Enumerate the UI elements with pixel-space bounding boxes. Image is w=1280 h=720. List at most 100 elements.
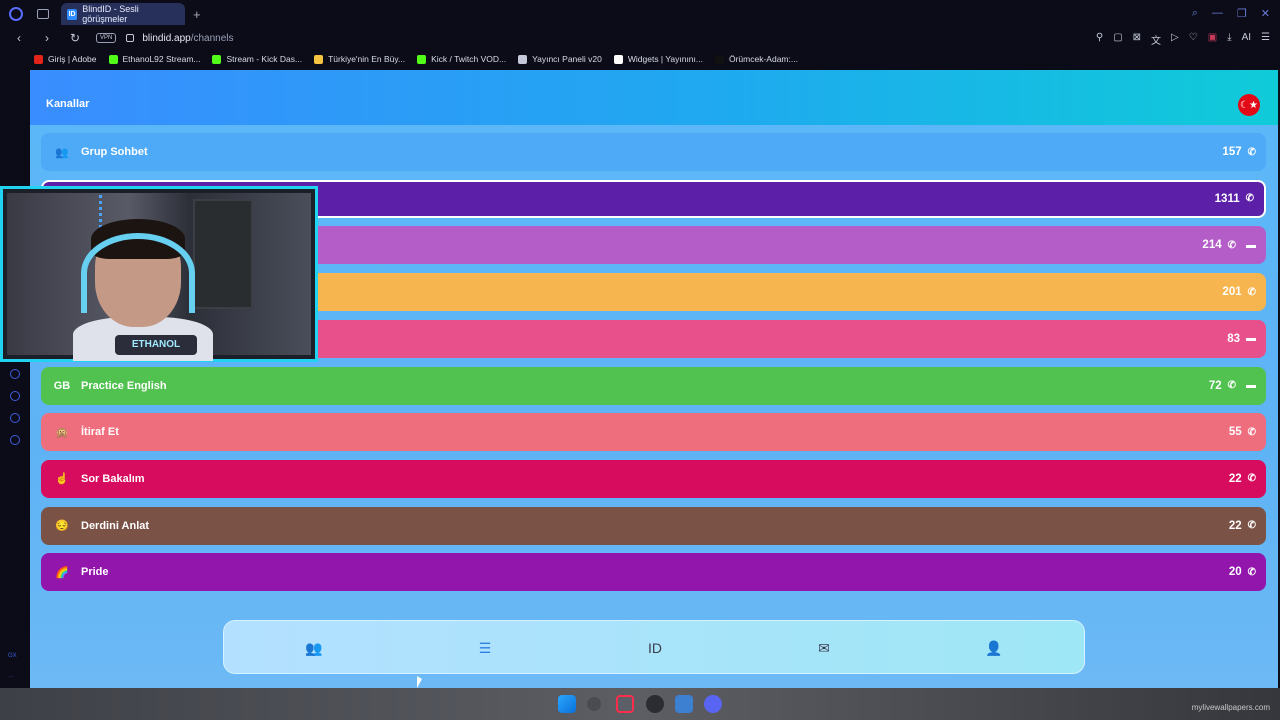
reload-button[interactable]: ↻ bbox=[66, 31, 84, 45]
channels-header: Kanallar ☾★ bbox=[30, 70, 1278, 125]
chat-icon[interactable]: ▬ bbox=[1246, 380, 1256, 391]
bookmark-item[interactable]: Stream - Kick Das... bbox=[212, 54, 302, 64]
channel-row[interactable]: 🙊 İtiraf Et 55 ✆ bbox=[41, 413, 1266, 452]
bookmark-label: Örümcek-Adam:... bbox=[728, 54, 798, 64]
close-window-icon[interactable]: ✕ bbox=[1261, 7, 1270, 20]
windows-start-icon[interactable] bbox=[558, 695, 576, 713]
history-icon[interactable] bbox=[10, 391, 20, 401]
wallpaper-watermark: mylivewallpapers.com bbox=[1191, 703, 1270, 712]
search-taskbar-icon[interactable] bbox=[587, 697, 601, 711]
opera-logo-icon[interactable] bbox=[9, 7, 23, 21]
phone-icon[interactable]: ✆ bbox=[1246, 193, 1254, 204]
channel-row[interactable]: 👥 Grup Sohbet 157 ✆ bbox=[41, 133, 1266, 171]
profile-nav-icon[interactable]: 👤 bbox=[984, 639, 1004, 657]
extensions-icon[interactable] bbox=[10, 413, 20, 423]
lock-icon[interactable] bbox=[126, 34, 135, 42]
chat-icon[interactable]: ▬ bbox=[1246, 333, 1256, 344]
channel-user-count: 22 bbox=[1228, 519, 1242, 532]
tab-islands-icon[interactable] bbox=[37, 9, 49, 19]
groups-nav-icon[interactable]: 👥 bbox=[304, 639, 324, 657]
download-icon[interactable]: ⤓ bbox=[1227, 32, 1231, 47]
phone-icon[interactable]: ✆ bbox=[1248, 567, 1256, 578]
channel-row[interactable]: 🌈 Pride 20 ✆ bbox=[41, 553, 1266, 592]
settings-icon[interactable] bbox=[10, 435, 20, 445]
turkey-flag-icon[interactable]: ☾★ bbox=[1238, 94, 1260, 116]
tab-title: BlindID - Sesli görüşmeler bbox=[82, 4, 139, 24]
gx-corner-icon[interactable]: GX bbox=[8, 653, 17, 659]
bookmark-item[interactable]: EthanoL92 Stream... bbox=[108, 54, 200, 64]
bookmark-item[interactable]: Giriş | Adobe bbox=[34, 54, 97, 64]
phone-icon[interactable]: ✆ bbox=[1248, 147, 1256, 158]
bookmark-label: Giriş | Adobe bbox=[48, 54, 97, 64]
channel-user-count: 72 bbox=[1208, 379, 1222, 392]
discord-taskbar-icon[interactable] bbox=[704, 695, 722, 713]
bookmark-item[interactable]: Yayıncı Paneli v20 bbox=[518, 54, 602, 64]
play-icon[interactable]: ▷ bbox=[1171, 32, 1179, 47]
webcam-window bbox=[193, 199, 253, 309]
bookmark-label: Türkiye'nin En Büy... bbox=[328, 54, 406, 64]
phone-icon[interactable]: ✆ bbox=[1248, 287, 1256, 298]
bookmark-item[interactable]: Türkiye'nin En Büy... bbox=[314, 54, 405, 64]
channel-user-count: 201 bbox=[1222, 286, 1242, 299]
windows-taskbar: mylivewallpapers.com bbox=[0, 688, 1280, 720]
bookmark-item[interactable]: Widgets | Yayınını... bbox=[613, 54, 703, 64]
player-icon[interactable] bbox=[10, 369, 20, 379]
block-icon[interactable]: ⊠ bbox=[1133, 32, 1141, 47]
gb-flag-icon: GB bbox=[53, 379, 71, 392]
minimize-icon[interactable]: — bbox=[1212, 7, 1223, 20]
channel-row[interactable]: ☝ Sor Bakalım 22 ✆ bbox=[41, 459, 1266, 498]
phone-icon[interactable]: ✆ bbox=[1228, 380, 1236, 391]
bookmark-label: Yayıncı Paneli v20 bbox=[532, 54, 602, 64]
url-field[interactable]: blindid.app/channels bbox=[142, 33, 233, 44]
translate-icon[interactable]: 文 bbox=[1151, 32, 1161, 47]
search-tabs-icon[interactable]: ⌕ bbox=[1192, 7, 1198, 20]
channel-user-count: 83 bbox=[1227, 332, 1240, 345]
phone-icon[interactable]: ✆ bbox=[1228, 240, 1236, 251]
bookmark-favicon-icon bbox=[714, 54, 724, 64]
bookmark-item[interactable]: Kick / Twitch VOD... bbox=[417, 54, 506, 64]
new-tab-button[interactable]: + bbox=[193, 7, 201, 22]
blindid-page: Kanallar ☾★ 👥 Grup Sohbet 157 ✆ 1311 ✆ 214 ✆ ▬ 20… bbox=[30, 70, 1278, 688]
bookmark-favicon-icon bbox=[613, 54, 623, 64]
snapshot-icon[interactable]: ▢ bbox=[1113, 32, 1122, 47]
opera-gx-taskbar-icon[interactable] bbox=[616, 695, 634, 713]
forward-button[interactable]: › bbox=[38, 31, 56, 45]
bottom-navigation: 👥 ☰ ID ✉ 👤 bbox=[223, 620, 1085, 674]
menu-icon[interactable]: ☰ bbox=[1261, 32, 1270, 47]
browser-tab-active[interactable]: ID BlindID - Sesli görüşmeler bbox=[61, 3, 185, 25]
list-nav-icon[interactable]: ☰ bbox=[475, 639, 495, 657]
bookmark-favicon-icon bbox=[417, 54, 427, 64]
address-bar: ‹ › ↻ VPN blindid.app/channels ⚲ ▢ ⊠ 文 ▷… bbox=[0, 28, 1280, 48]
bookmark-item[interactable]: Örümcek-Adam:... bbox=[714, 54, 798, 64]
channel-row[interactable]: GB Practice English 72 ✆ ▬ bbox=[41, 366, 1266, 405]
more-icon[interactable]: ··· bbox=[8, 674, 14, 680]
blindid-logo-nav-icon[interactable]: ID bbox=[645, 639, 665, 657]
avatar-icon[interactable]: ▣ bbox=[1208, 32, 1217, 47]
obs-taskbar-icon[interactable] bbox=[646, 695, 664, 713]
back-button[interactable]: ‹ bbox=[10, 31, 28, 45]
chat-icon[interactable]: ▬ bbox=[1246, 240, 1256, 251]
window-controls: ⌕ — ❐ ✕ bbox=[1192, 7, 1270, 20]
phone-icon[interactable]: ✆ bbox=[1248, 427, 1256, 438]
channel-name: İtiraf Et bbox=[81, 426, 119, 439]
browser-tools: ⚲ ▢ ⊠ 文 ▷ ♡ ▣ ⤓ AI ☰ bbox=[1096, 32, 1270, 47]
channel-user-count: 22 bbox=[1228, 472, 1242, 485]
pin-icon[interactable]: ⚲ bbox=[1096, 32, 1103, 47]
phone-icon[interactable]: ✆ bbox=[1248, 473, 1256, 484]
bookmark-favicon-icon bbox=[314, 54, 324, 64]
ai-button[interactable]: AI bbox=[1242, 32, 1251, 47]
sad-face-icon: 😔 bbox=[55, 520, 69, 533]
webcam-overlay: ETHANOL bbox=[0, 186, 318, 362]
app-taskbar-icon[interactable] bbox=[675, 695, 693, 713]
maximize-icon[interactable]: ❐ bbox=[1237, 7, 1247, 20]
channel-name: Sor Bakalım bbox=[81, 472, 145, 485]
vpn-badge[interactable]: VPN bbox=[96, 33, 117, 43]
bookmark-favicon-icon bbox=[212, 54, 222, 64]
channel-row[interactable]: 😔 Derdini Anlat 22 ✆ bbox=[41, 506, 1266, 545]
channel-name: Practice English bbox=[81, 379, 167, 392]
heart-icon[interactable]: ♡ bbox=[1189, 32, 1198, 47]
blindid-favicon-icon: ID bbox=[67, 8, 78, 20]
page-title: Kanallar bbox=[46, 98, 90, 110]
mail-nav-icon[interactable]: ✉ bbox=[814, 639, 834, 657]
phone-icon[interactable]: ✆ bbox=[1248, 520, 1256, 531]
